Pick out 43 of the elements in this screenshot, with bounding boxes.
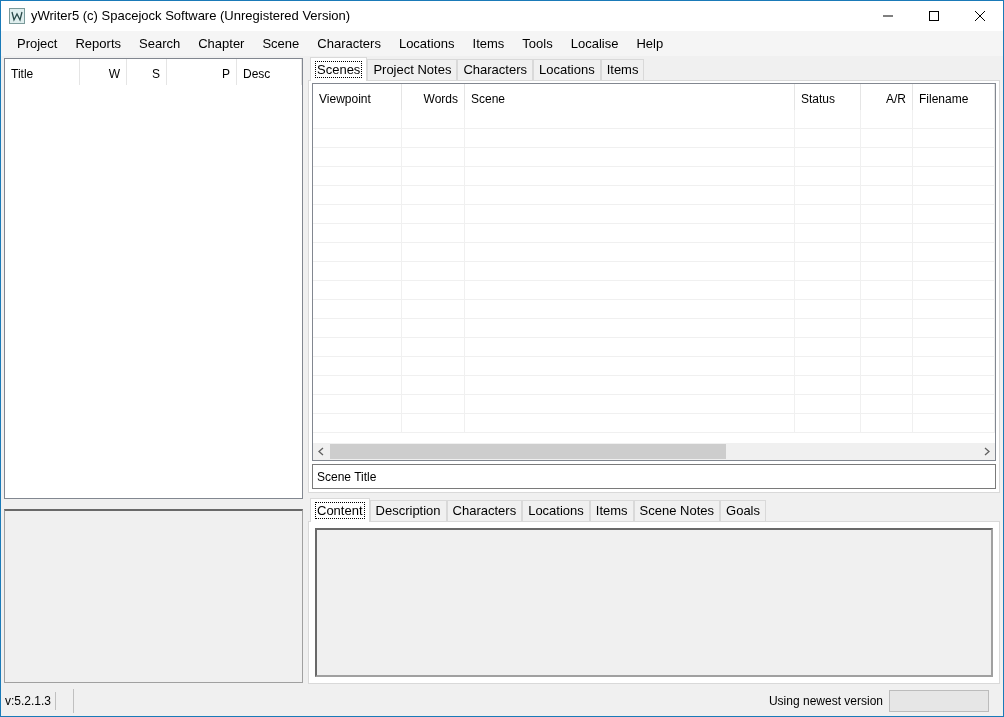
- tab[interactable]: Locations: [533, 59, 601, 80]
- window-title: yWriter5 (c) Spacejock Software (Unregistered Version): [31, 7, 351, 26]
- chapter-list[interactable]: Title W S P Desc: [4, 58, 303, 499]
- app-icon: [9, 8, 25, 24]
- tab[interactable]: Scene Notes: [633, 500, 721, 521]
- column-header[interactable]: Words: [402, 84, 465, 110]
- tab[interactable]: Scenes: [310, 57, 368, 81]
- menu-item[interactable]: Items: [463, 32, 514, 55]
- column-header[interactable]: Desc: [237, 59, 302, 85]
- menu-item[interactable]: Reports: [66, 32, 130, 55]
- column-header[interactable]: Scene: [465, 84, 795, 110]
- column-header[interactable]: A/R: [861, 84, 913, 110]
- menu-item[interactable]: Characters: [308, 32, 390, 55]
- column-header[interactable]: Viewpoint: [313, 84, 402, 110]
- status-message: Using newest version: [768, 693, 883, 710]
- tab[interactable]: Items: [589, 500, 634, 521]
- menu-item[interactable]: Project: [8, 32, 67, 55]
- scene-title-field[interactable]: Scene Title: [312, 464, 996, 489]
- menu-item[interactable]: Search: [130, 32, 190, 55]
- scrollbar-thumb[interactable]: [330, 444, 726, 459]
- menu-item[interactable]: Localise: [561, 32, 628, 55]
- horizontal-scrollbar[interactable]: [313, 443, 995, 460]
- tab[interactable]: Description: [369, 500, 447, 521]
- menu-item[interactable]: Tools: [513, 32, 562, 55]
- column-header[interactable]: Title: [5, 59, 80, 85]
- tab[interactable]: Content: [310, 498, 370, 522]
- tab[interactable]: Items: [600, 59, 645, 80]
- column-header[interactable]: P: [167, 59, 237, 85]
- column-header[interactable]: S: [127, 59, 167, 85]
- scene-table[interactable]: Viewpoint Words Scene Status A/R Filename: [312, 83, 996, 461]
- tab[interactable]: Locations: [522, 500, 590, 521]
- tab[interactable]: Project Notes: [367, 59, 458, 80]
- column-header[interactable]: Filename: [913, 84, 995, 110]
- version-label: v:5.2.1.3: [1, 692, 57, 710]
- column-header[interactable]: W: [80, 59, 127, 85]
- tab[interactable]: Characters: [446, 500, 523, 521]
- tab[interactable]: Characters: [457, 59, 533, 80]
- menu-item[interactable]: Help: [627, 32, 673, 55]
- menu-item[interactable]: Chapter: [189, 32, 254, 55]
- tab[interactable]: Goals: [720, 500, 766, 521]
- menu-item[interactable]: Locations: [389, 32, 464, 55]
- menu-item[interactable]: Scene: [253, 32, 309, 55]
- column-header[interactable]: Status: [795, 84, 861, 110]
